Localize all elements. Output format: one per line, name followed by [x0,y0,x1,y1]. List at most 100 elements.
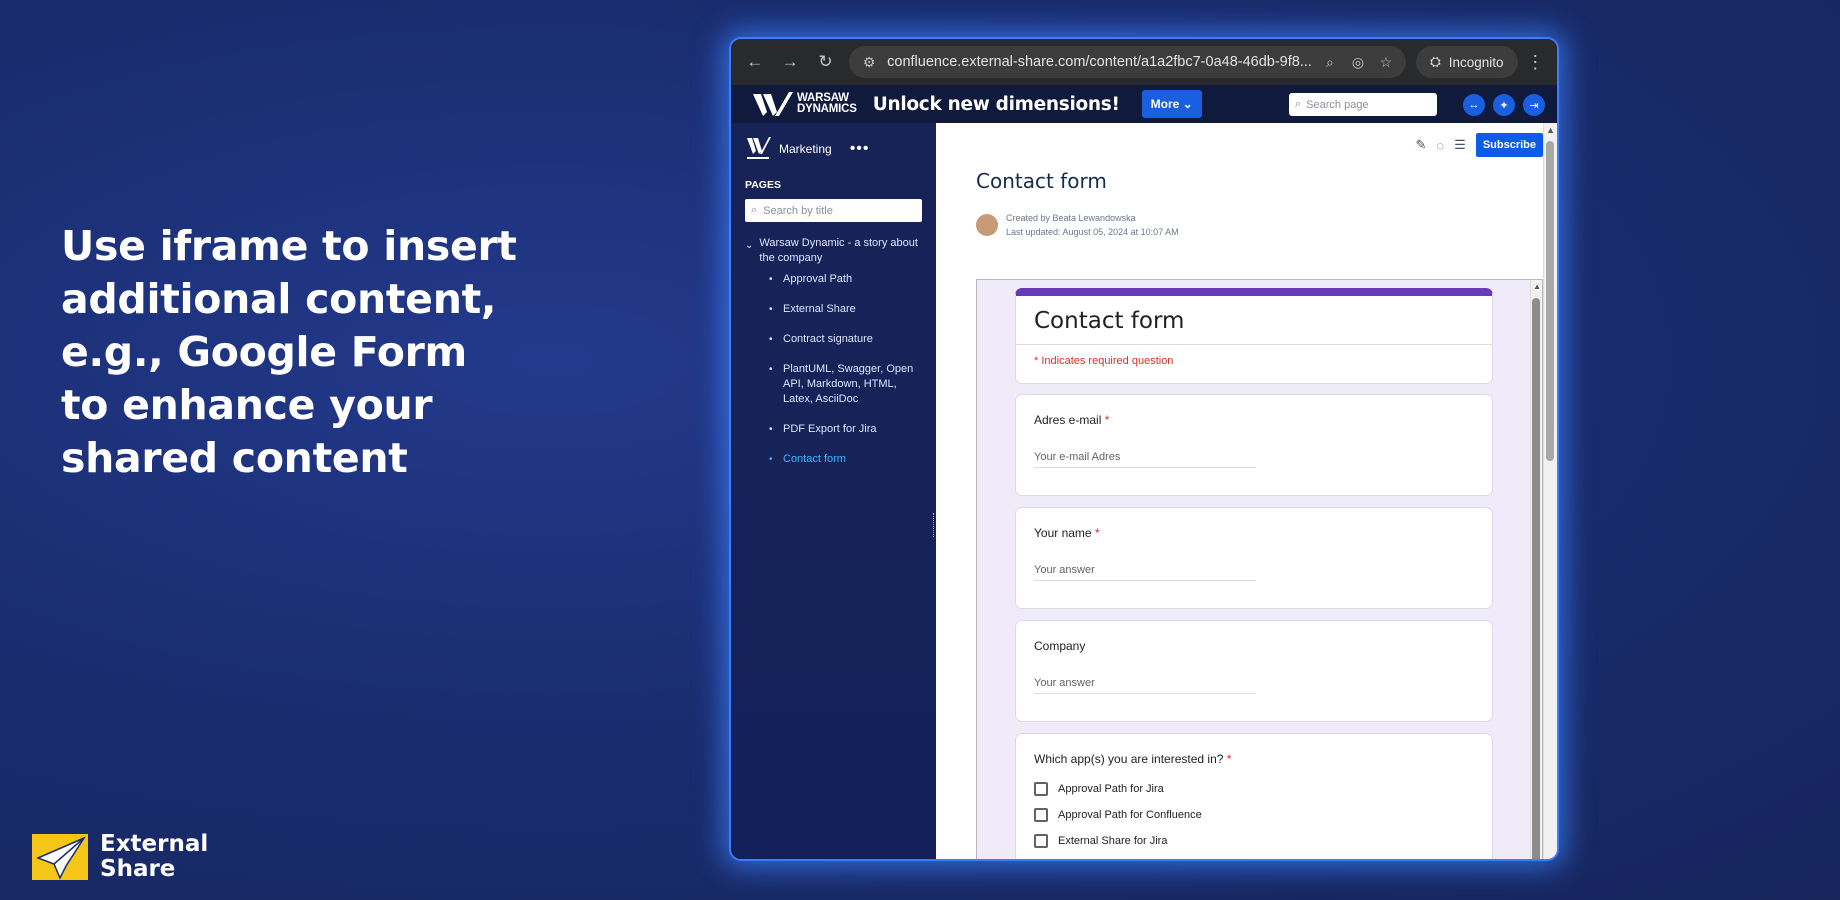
sidebar: Marketing ••• PAGES ⌕ Search by title ⌄ … [731,123,939,859]
page-tree-item[interactable]: Contract signature [769,332,922,347]
reload-icon[interactable]: ↻ [810,46,841,78]
author-avatar [976,214,998,236]
space-header: Marketing ••• [745,135,922,163]
page-toolbar: ✎ ◌ ☰ Subscribe [1416,133,1543,157]
url-text: confluence.external-share.com/content/a1… [887,54,1312,70]
more-options-icon[interactable]: ••• [850,140,870,158]
comment-icon[interactable]: ◌ [1436,138,1444,153]
created-by: Created by Beata Lewandowska [1006,213,1136,223]
checkbox-option[interactable]: Approval Path for Confluence [1016,808,1492,822]
checkbox-option[interactable]: External Share for Jira [1016,834,1492,848]
iframe-scroll-thumb[interactable] [1532,298,1540,859]
question-label: Your name [1034,526,1092,540]
back-arrow-icon[interactable]: ← [739,46,770,78]
confluence-header: WARSAW DYNAMICS Unlock new dimensions! M… [731,85,1557,123]
brand-line: External [100,831,209,857]
eye-off-icon[interactable]: ◎ [1348,54,1368,71]
question-label: Which app(s) you are interested in? [1034,752,1224,766]
search-page-input[interactable]: ⌕ Search page [1289,93,1437,116]
page-title: Contact form [976,169,1107,193]
page-tree-item[interactable]: Approval Path [769,272,922,287]
space-name[interactable]: Marketing [779,142,832,156]
form-header-card: Contact form * Indicates required questi… [1015,288,1493,384]
list-icon[interactable]: ☰ [1454,137,1466,153]
question-label: Company [1034,639,1086,653]
required-star: * [1094,526,1100,540]
external-share-brand: External Share [32,832,208,882]
headline-line: to enhance your [61,381,433,429]
question-card-name: Your name * Your answer [1015,507,1493,609]
option-label: External Share for Jira [1058,835,1168,847]
brand-line: Share [100,856,176,882]
search-by-title-input[interactable]: ⌕ Search by title [745,199,922,222]
zoom-icon[interactable]: ⌕ [1320,54,1340,71]
pages-label: PAGES [745,179,781,191]
headline: Use iframe to insert additional content,… [61,220,521,485]
site-settings-icon[interactable]: ⚙ [859,54,879,71]
search-by-title-placeholder: Search by title [763,204,833,217]
checkbox[interactable] [1034,808,1048,822]
scroll-up-arrow-icon[interactable]: ▲ [1546,125,1555,135]
page-tree-item[interactable]: PlantUML, Swagger, Open API, Markdown, H… [769,362,922,407]
question-label: Adres e-mail [1034,413,1102,427]
search-page-placeholder: Search page [1306,98,1369,111]
page-scroll-thumb[interactable] [1546,141,1554,461]
star-bookmark-icon[interactable]: ☆ [1376,54,1396,71]
scroll-up-arrow-icon[interactable]: ▲ [1533,282,1541,291]
incognito-label: Incognito [1448,54,1504,70]
checkbox[interactable] [1034,834,1048,848]
question-card-email: Adres e-mail * Your e-mail Adres [1015,394,1493,496]
header-tagline: Unlock new dimensions! [872,93,1120,115]
logo-line: DYNAMICS [797,103,857,115]
page-tree-root[interactable]: ⌄ Warsaw Dynamic - a story about the com… [745,236,922,266]
warsaw-dynamics-logo[interactable]: WARSAW DYNAMICS [753,90,857,118]
forward-arrow-icon[interactable]: → [774,46,805,78]
headline-line: shared content [61,434,408,482]
company-field[interactable]: Your answer [1034,677,1256,694]
paper-plane-logo-icon [32,834,88,880]
expand-width-icon[interactable]: ↔ [1463,94,1485,116]
iframe-scrollbar[interactable]: ▲ [1530,280,1542,859]
byline: Created by Beata Lewandowska Last update… [976,211,1179,239]
name-field[interactable]: Your answer [1034,564,1256,581]
more-label: More [1150,97,1180,111]
question-card-apps: Which app(s) you are interested in? * Ap… [1015,733,1493,859]
page-tree-item[interactable]: External Share [769,302,922,317]
edit-pencil-icon[interactable]: ✎ [1416,137,1427,153]
required-star: * [1226,752,1232,766]
headline-line: Use iframe to insert [61,222,517,270]
headline-line: e.g., Google Form [61,328,467,376]
login-icon[interactable]: ⇥ [1523,94,1545,116]
required-star: * [1104,413,1110,427]
page-content: ✎ ◌ ☰ Subscribe Contact form Created by … [936,123,1557,859]
question-card-company: Company Your answer [1015,620,1493,722]
wd-logo-icon [753,92,793,116]
browser-window: ← → ↻ ⚙ confluence.external-share.com/co… [729,37,1559,861]
incognito-indicator[interactable]: ⛭ Incognito [1415,46,1518,78]
subscribe-button[interactable]: Subscribe [1475,133,1543,157]
required-note: * Indicates required question [1034,355,1174,367]
form-title: Contact form [1016,296,1492,345]
browser-toolbar: ← → ↻ ⚙ confluence.external-share.com/co… [731,39,1557,85]
checkbox[interactable] [1034,782,1048,796]
more-button[interactable]: More ⌄ [1141,90,1202,118]
page-tree: Approval Path External Share Contract si… [745,272,922,467]
lightbulb-icon[interactable]: ✦ [1493,94,1515,116]
email-field[interactable]: Your e-mail Adres [1034,451,1256,468]
incognito-icon: ⛭ [1429,54,1441,69]
page-tree-item-active[interactable]: Contact form [769,452,922,467]
tree-root-label: Warsaw Dynamic - a story about the compa… [759,237,918,264]
chevron-down-icon[interactable]: ⌄ [745,238,753,266]
chevron-down-icon: ⌄ [1182,97,1193,111]
page-scrollbar[interactable]: ▲ [1543,123,1557,859]
embedded-google-form-iframe[interactable]: Contact form * Indicates required questi… [976,279,1543,859]
address-bar[interactable]: ⚙ confluence.external-share.com/content/… [849,46,1406,78]
last-updated: Last updated: August 05, 2024 at 10:07 A… [1006,227,1179,237]
option-label: Approval Path for Jira [1058,783,1164,795]
space-logo-icon [747,137,771,159]
browser-menu-icon[interactable]: ⋮ [1522,52,1549,73]
headline-line: additional content, [61,275,497,323]
checkbox-option[interactable]: Approval Path for Jira [1016,782,1492,796]
option-label: Approval Path for Confluence [1058,809,1202,821]
page-tree-item[interactable]: PDF Export for Jira [769,422,922,437]
